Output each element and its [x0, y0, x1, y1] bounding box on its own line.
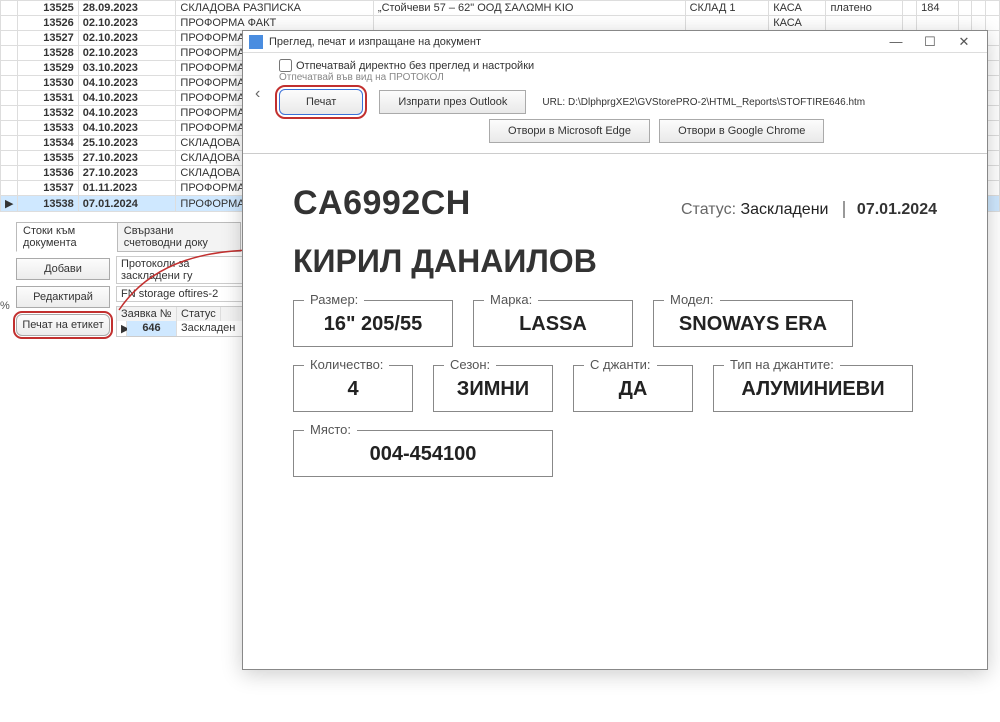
req-header: Заявка №	[117, 307, 177, 321]
document-preview: CA6992CH Статус: Заскладени 07.01.2024 К…	[243, 154, 987, 507]
dialog-title: Преглед, печат и изпращане на документ	[269, 36, 481, 48]
status-block: Статус: Заскладени 07.01.2024	[681, 201, 937, 219]
field-rimtype: Тип на джантите:АЛУМИНИЕВИ	[713, 365, 913, 412]
req-value: 646	[127, 321, 177, 336]
status-value: Заскладен	[177, 321, 247, 336]
field-season: Сезон:ЗИМНИ	[433, 365, 553, 412]
open-edge-button[interactable]: Отвори в Microsoft Edge	[489, 119, 650, 143]
dialog-titlebar[interactable]: Преглед, печат и изпращане на документ ―…	[243, 31, 987, 53]
field-rims: С джанти:ДА	[573, 365, 693, 412]
protocols-label: Протоколи за заскладени гу	[116, 256, 248, 284]
field-size: Размер:16" 205/55	[293, 300, 453, 347]
dialog-icon	[249, 35, 263, 49]
percent-label: %	[0, 300, 10, 312]
license-plate: CA6992CH	[293, 184, 471, 223]
field-model: Модел:SNOWAYS ERA	[653, 300, 853, 347]
url-text: URL: D:\DlphprgXE2\GVStorePRO-2\HTML_Rep…	[542, 97, 865, 108]
request-grid[interactable]: Заявка №Статус ▶646Заскладен	[116, 306, 248, 337]
maximize-button[interactable]: ☐	[913, 32, 947, 52]
table-row[interactable]: 1352602.10.2023ПРОФОРМА ФАКТКАСА	[1, 16, 1000, 31]
tab-accounting[interactable]: Свързани счетоводни доку	[117, 222, 241, 252]
send-outlook-button[interactable]: Изпрати през Outlook	[379, 90, 526, 114]
open-chrome-button[interactable]: Отвори в Google Chrome	[659, 119, 824, 143]
add-button[interactable]: Добави	[16, 258, 110, 280]
storage-dropdown[interactable]: FN storage oftires-2	[116, 286, 248, 302]
back-button[interactable]: ‹	[249, 81, 266, 107]
status-header: Статус	[177, 307, 221, 321]
field-brand: Марка:LASSA	[473, 300, 633, 347]
protocol-sublabel: Отпечатвай във вид на ПРОТОКОЛ	[279, 72, 979, 83]
print-label-button[interactable]: Печат на етикет	[16, 314, 110, 336]
dialog-toolbar: Отпечатвай директно без преглед и настро…	[243, 53, 987, 154]
left-panel: Стоки към документа Свързани счетоводни …	[16, 222, 240, 337]
minimize-button[interactable]: ―	[879, 32, 913, 52]
print-button[interactable]: Печат	[279, 89, 363, 115]
table-row[interactable]: 1352528.09.2023СКЛАДОВА РАЗПИСКА„Стойчев…	[1, 1, 1000, 16]
owner-name: КИРИЛ ДАНАИЛОВ	[293, 243, 937, 280]
tab-goods[interactable]: Стоки към документа	[16, 222, 118, 252]
edit-button[interactable]: Редактирай	[16, 286, 110, 308]
field-place: Място:004-454100	[293, 430, 553, 477]
close-button[interactable]: ✕	[947, 32, 981, 52]
direct-print-checkbox[interactable]: Отпечатвай директно без преглед и настро…	[279, 59, 979, 72]
print-preview-dialog: Преглед, печат и изпращане на документ ―…	[242, 30, 988, 670]
field-qty: Количество:4	[293, 365, 413, 412]
